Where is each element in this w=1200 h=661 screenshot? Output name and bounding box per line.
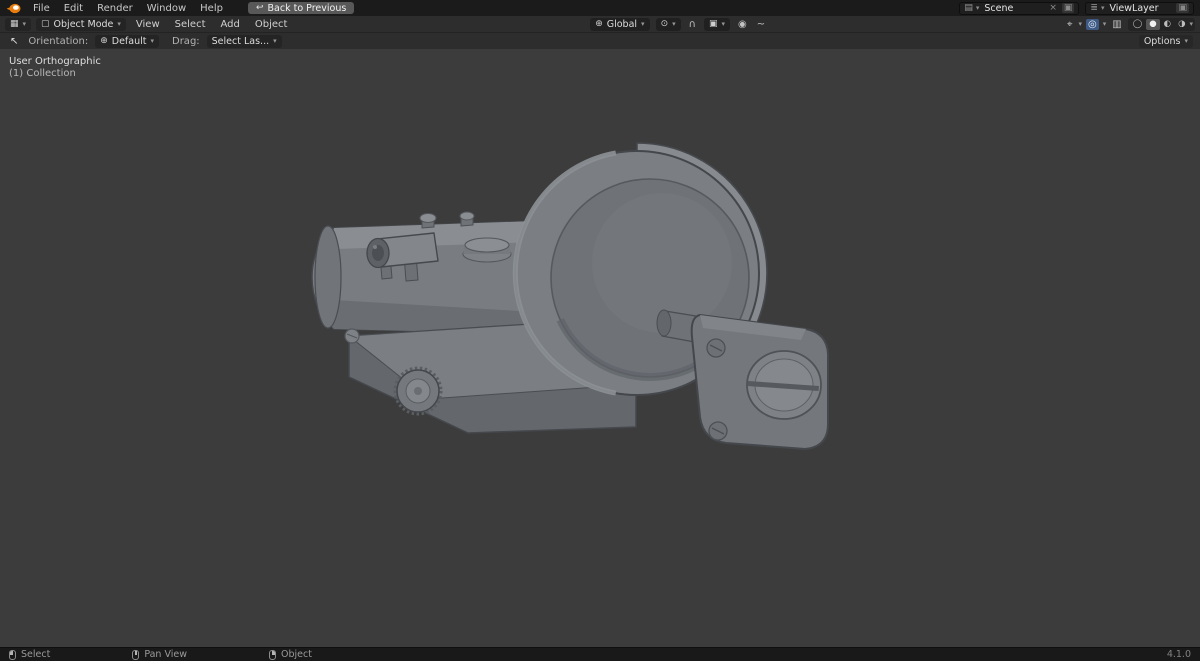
options-label: Options (1143, 35, 1181, 47)
editor-type-chevron-icon: ▾ (22, 20, 27, 28)
menu-object[interactable]: Object (250, 19, 293, 30)
status-bar: Select Pan View Object 4.1.0 (0, 647, 1200, 661)
toggle-xray-icon[interactable]: ▥ (1110, 19, 1123, 30)
viewport-overlay-text: User Orthographic (1) Collection (9, 56, 101, 80)
scene-new-icon[interactable]: ▣ (1061, 3, 1075, 13)
shading-material-icon[interactable]: ◐ (1161, 19, 1174, 30)
3d-viewport[interactable]: User Orthographic (1) Collection (0, 49, 1200, 647)
mouse-middle-icon (132, 649, 140, 660)
scene-icon: ▤ (964, 3, 973, 13)
viewport-header: ▦ ▾ ▢ Object Mode ▾ View Select Add Obje… (0, 16, 1200, 32)
topbar: File Edit Render Window Help ↩ Back to P… (0, 0, 1200, 16)
menu-window[interactable]: Window (142, 3, 191, 14)
menu-render[interactable]: Render (92, 3, 138, 14)
viewlayer-icon: ≣ (1090, 3, 1098, 13)
statusbar-hint-object: Object (269, 649, 312, 660)
scene-name[interactable]: Scene (982, 3, 1044, 14)
hint-select-label: Select (21, 649, 51, 660)
blender-window: File Edit Render Window Help ↩ Back to P… (0, 0, 1200, 661)
show-overlays-icon[interactable]: ◎ (1086, 18, 1099, 30)
scene-selector[interactable]: ▤ ▾ Scene × ▣ (959, 1, 1080, 15)
snap-target-icon: ▣ (708, 19, 718, 29)
active-tool-icon[interactable]: ↖ (7, 36, 21, 47)
viewlayer-selector[interactable]: ≣ ▾ ViewLayer ▣ (1085, 1, 1194, 15)
back-to-previous-button[interactable]: ↩ Back to Previous (247, 2, 355, 14)
drag-label: Drag: (172, 35, 200, 47)
overlays-chevron-icon[interactable]: ▾ (1103, 20, 1107, 28)
blender-logo-icon[interactable] (6, 3, 21, 14)
scene-browse-chevron-icon[interactable]: ▾ (976, 4, 980, 12)
mode-dropdown[interactable]: ▢ Object Mode ▾ (36, 17, 126, 31)
options-chevron-icon: ▾ (1184, 37, 1188, 45)
hint-object-label: Object (281, 649, 312, 660)
menu-file[interactable]: File (28, 3, 55, 14)
blender-version: 4.1.0 (1166, 649, 1191, 660)
orientation-value: Global (606, 18, 638, 30)
proportional-editing-icon[interactable]: ◉ (736, 19, 749, 30)
object-mode-icon: ▢ (41, 19, 50, 29)
viewlayer-name[interactable]: ViewLayer (1107, 3, 1173, 14)
snapping-chevron-icon: ▾ (721, 20, 725, 28)
statusbar-hint-pan-view: Pan View (132, 649, 187, 660)
viewlayer-browse-chevron-icon[interactable]: ▾ (1101, 4, 1105, 12)
back-arrow-icon: ↩ (255, 3, 264, 13)
snapping-dropdown[interactable]: ▣ ▾ (703, 17, 730, 31)
mouse-right-icon (269, 649, 277, 660)
statusbar-hint-select: Select (9, 649, 50, 660)
tool-orientation-icon: ⊕ (100, 36, 108, 46)
editor-type-icon: ▦ (10, 19, 19, 29)
drag-mode-dropdown[interactable]: Select Las... ▾ (206, 34, 282, 48)
tool-orientation-dropdown[interactable]: ⊕ Default ▾ (95, 34, 159, 48)
back-button-label: Back to Previous (267, 2, 347, 14)
topbar-right-group: ▤ ▾ Scene × ▣ ≣ ▾ ViewLayer ▣ (959, 1, 1194, 15)
drag-mode-value: Select Las... (211, 35, 270, 47)
menu-view[interactable]: View (131, 19, 165, 30)
drag-mode-chevron-icon: ▾ (273, 37, 277, 45)
pivot-icon: ⊙ (660, 19, 669, 29)
tool-settings-bar: ↖ Orientation: ⊕ Default ▾ Drag: Select … (0, 32, 1200, 49)
tool-orientation-value: Default (111, 35, 147, 47)
mode-label: Object Mode (53, 18, 114, 30)
menu-edit[interactable]: Edit (59, 3, 88, 14)
shading-wireframe-icon[interactable]: ◯ (1130, 19, 1146, 30)
viewport-display-group: ⌖ ▾ ◎ ▾ ▥ ◯ ● ◐ ◑ ▾ (1065, 17, 1195, 31)
shading-rendered-icon[interactable]: ◑ (1175, 19, 1188, 30)
menu-help[interactable]: Help (195, 3, 228, 14)
options-dropdown[interactable]: Options ▾ (1138, 34, 1193, 48)
orientation-chevron-icon: ▾ (641, 20, 645, 28)
mouse-left-icon (9, 649, 16, 660)
tool-orientation-chevron-icon: ▾ (150, 37, 154, 45)
viewlayer-new-icon[interactable]: ▣ (1176, 3, 1189, 13)
transform-orientation-dropdown[interactable]: ⊕ Global ▾ (590, 17, 650, 31)
menu-add[interactable]: Add (216, 19, 245, 30)
scene-unlink-icon[interactable]: × (1047, 3, 1059, 13)
menu-select[interactable]: Select (170, 19, 211, 30)
editor-type-button[interactable]: ▦ ▾ (5, 17, 32, 31)
collection-label: (1) Collection (9, 68, 76, 79)
view-label: User Orthographic (9, 56, 101, 67)
snap-magnet-icon[interactable]: ∩ (687, 19, 698, 30)
blender-logo-svg (6, 3, 21, 13)
pivot-chevron-icon: ▾ (672, 20, 676, 28)
show-gizmo-icon[interactable]: ⌖ (1065, 19, 1075, 30)
pivot-point-dropdown[interactable]: ⊙ ▾ (655, 17, 681, 31)
orientation-icon: ⊕ (595, 19, 603, 29)
transform-snap-group: ⊕ Global ▾ ⊙ ▾ ∩ ▣ ▾ ◉ ~ (590, 17, 767, 31)
reflex-sight-3d-model[interactable] (0, 49, 1200, 647)
hint-pan-view-label: Pan View (144, 649, 188, 660)
shading-solid-icon[interactable]: ● (1146, 18, 1160, 30)
gizmo-chevron-icon[interactable]: ▾ (1078, 20, 1082, 28)
shading-mode-group: ◯ ● ◐ ◑ ▾ (1127, 17, 1195, 31)
shading-chevron-icon[interactable]: ▾ (1189, 20, 1193, 28)
mode-chevron-icon: ▾ (117, 20, 121, 28)
orientation-label: Orientation: (28, 35, 89, 47)
proportional-falloff-icon[interactable]: ~ (755, 19, 767, 30)
